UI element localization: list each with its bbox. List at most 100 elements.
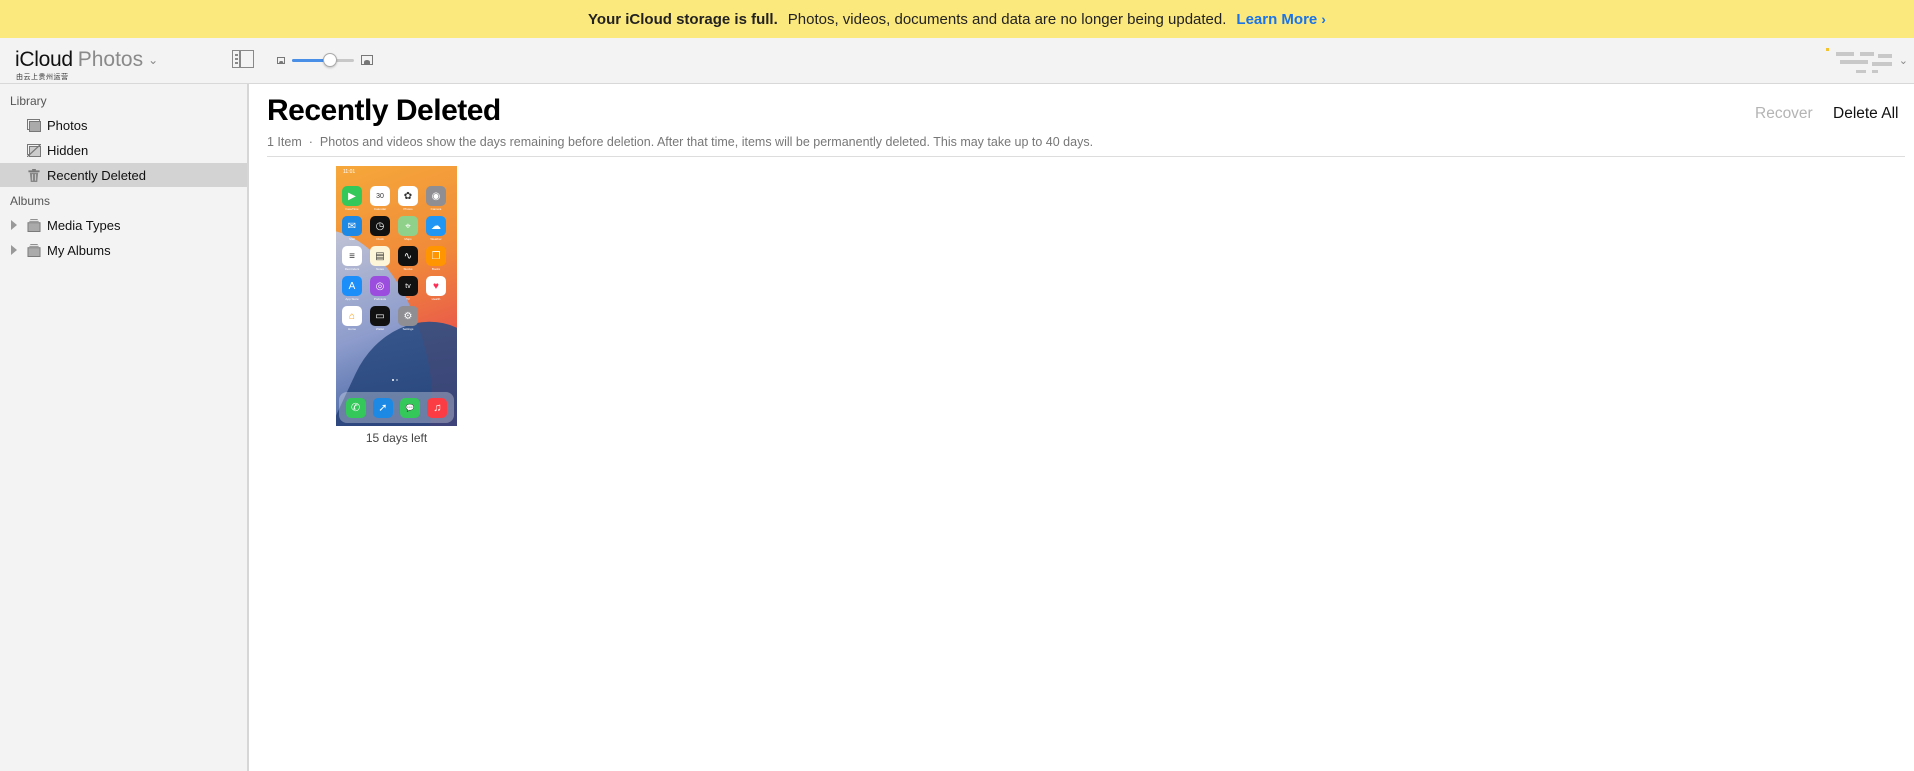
app-name: Mail [349, 237, 355, 241]
main-content: Recently Deleted 1 Item · Photos and video… [251, 84, 1914, 771]
deletion-info: Photos and videos show the days remainin… [319, 135, 1094, 149]
album-stack-icon [27, 244, 41, 257]
app-glyph: ⚙ [403, 310, 413, 322]
zoom-out-icon[interactable] [277, 57, 285, 64]
zoom-in-icon[interactable] [361, 55, 373, 65]
brand-icloud: iCloud [15, 48, 73, 71]
app-icon-podcasts: ◎ Podcasts [370, 276, 390, 301]
app-glyph: ➚ [378, 402, 388, 414]
disclosure-triangle-icon[interactable] [11, 220, 17, 230]
page-subtitle: 1 Item · Photos and videos show the days r… [267, 135, 1093, 149]
app-icon-app-store: A App Store [342, 276, 362, 301]
photo-thumbnail[interactable]: 11:01 ▶ FaceTime 30 Calendar ✿ Photos ◉ Camera ✉… [336, 166, 457, 426]
app-glyph: ◎ [375, 280, 385, 292]
preview-app-grid: ▶ FaceTime 30 Calendar ✿ Photos ◉ Camera ✉ Mail ◷ C… [342, 186, 452, 331]
sidebar-item-label: Photos [47, 117, 88, 133]
app-icon-maps: ⌖ Maps [398, 216, 418, 241]
app-icon-settings: ⚙ Settings [398, 306, 418, 331]
notification-dot [1826, 48, 1829, 51]
banner-message: Photos, videos, documents and data are n… [787, 10, 1227, 28]
sidebar-toggle-icon[interactable] [232, 50, 254, 68]
sidebar-item-my-albums[interactable]: My Albums [0, 238, 247, 262]
chevron-down-icon: ⌄ [1898, 55, 1908, 67]
photo-item[interactable]: 11:01 ▶ FaceTime 30 Calendar ✿ Photos ◉ Camera ✉… [336, 166, 457, 445]
sidebar-item-label: Media Types [47, 217, 121, 233]
sidebar: Library Photos Hidden Recently Deleted A… [0, 84, 249, 771]
app-glyph: ▭ [375, 310, 385, 322]
slider-thumb[interactable] [323, 53, 338, 67]
app-icon-notes: ▤ Notes [370, 246, 390, 271]
app-icon-photos: ✿ Photos [398, 186, 418, 211]
app-icon-wallet: ▭ Wallet [370, 306, 390, 331]
app-icon-reminders: ≡ Reminders [342, 246, 362, 271]
app-name: Stocks [403, 267, 413, 271]
app-name: App Store [345, 297, 359, 301]
sidebar-item-label: Recently Deleted [47, 167, 146, 183]
app-icon-safari: ➚ [372, 397, 393, 418]
app-name: Podcasts [373, 297, 387, 301]
app-name: Clock [376, 237, 384, 241]
app-icon-music: ♫ [427, 397, 448, 418]
thumbnail-size-slider[interactable] [292, 53, 354, 67]
app-glyph: ⌂ [348, 310, 356, 322]
app-glyph: ▤ [375, 250, 385, 262]
app-switcher[interactable]: iCloud Photos ⌄ [15, 48, 158, 72]
app-icon-clock: ◷ Clock [370, 216, 390, 241]
app-glyph: tv [405, 282, 411, 290]
app-icon-messages: 💬 [400, 397, 421, 418]
toolbar: iCloud Photos ⌄ 由云上贵州运营 [0, 38, 1914, 84]
app-glyph: ≡ [349, 250, 355, 262]
preview-dock: ✆ ➚ 💬 ♫ [339, 392, 454, 423]
trash-icon [28, 169, 40, 182]
app-glyph: ❐ [431, 250, 441, 262]
app-name: Books [431, 267, 441, 271]
app-icon-stocks: ∿ Stocks [398, 246, 418, 271]
sidebar-item-label: My Albums [47, 242, 111, 258]
app-name: Calendar [373, 207, 387, 211]
days-left-label: 15 days left [365, 431, 428, 445]
app-icon-tv: tv TV [398, 276, 418, 301]
learn-more-label: Learn More [1236, 10, 1318, 28]
app-icon-mail: ✉ Mail [342, 216, 362, 241]
learn-more-link[interactable]: Learn More › [1236, 11, 1326, 28]
delete-all-button[interactable]: Delete All [1833, 105, 1898, 123]
storage-full-banner: Your iCloud storage is full. Photos, vid… [0, 0, 1914, 38]
section-label-albums: Albums [10, 194, 51, 208]
sidebar-item-photos[interactable]: Photos [0, 113, 247, 137]
sidebar-item-recently-deleted[interactable]: Recently Deleted [0, 163, 247, 187]
account-menu[interactable]: ⌄ [1826, 48, 1908, 78]
sidebar-item-hidden[interactable]: Hidden [0, 138, 247, 162]
app-glyph: ☁ [431, 220, 441, 232]
banner-title: Your iCloud storage is full. [588, 10, 778, 28]
app-name: Home [347, 327, 356, 331]
recover-button[interactable]: Recover [1755, 105, 1813, 123]
app-name: Maps [404, 237, 412, 241]
app-glyph: ✆ [351, 402, 361, 414]
sidebar-item-media-types[interactable]: Media Types [0, 213, 247, 237]
app-glyph: 30 [376, 192, 384, 200]
app-glyph: ◷ [375, 220, 385, 232]
hidden-icon [27, 144, 41, 157]
app-glyph: ▶ [348, 190, 356, 202]
album-stack-icon [27, 219, 41, 232]
app-glyph: ✉ [347, 220, 357, 232]
sidebar-item-label: Hidden [47, 142, 89, 158]
app-icon-health: ♥ Health [426, 276, 446, 301]
app-icon-books: ❐ Books [426, 246, 446, 271]
separator: · [308, 135, 313, 149]
app-name: Notes [376, 267, 384, 271]
header-divider [267, 156, 1905, 157]
app-glyph: ◉ [431, 190, 441, 202]
app-name: Photos [403, 207, 413, 211]
brand-photos: Photos [77, 48, 144, 71]
app-glyph: ♫ [433, 401, 442, 414]
chevron-down-icon: ⌄ [148, 53, 159, 67]
disclosure-triangle-icon[interactable] [11, 245, 17, 255]
app-glyph: ∿ [403, 250, 413, 262]
app-icon-weather: ☁ Weather [426, 216, 446, 241]
app-icon-phone: ✆ [345, 397, 366, 418]
app-name: TV [406, 297, 410, 301]
app-icon-calendar: 30 Calendar [370, 186, 390, 211]
app-glyph: 💬 [405, 404, 415, 412]
app-name: FaceTime [345, 207, 359, 211]
